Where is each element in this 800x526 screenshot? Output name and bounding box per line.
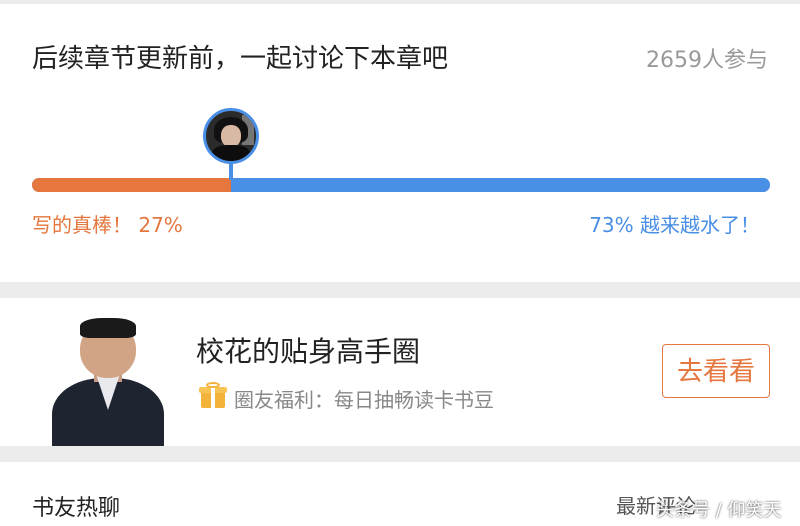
poll-title: 后续章节更新前，一起讨论下本章吧 (32, 44, 449, 74)
section-title: 书友热聊 (32, 496, 121, 521)
poll-bar-positive[interactable] (32, 178, 232, 192)
poll-option-positive[interactable]: 写的真棒！ 27% (32, 209, 183, 238)
poll-option-negative[interactable]: 73% 越来越水了！ (589, 209, 760, 238)
fan-circle-card[interactable]: 校花的贴身高手圈 圈友福利：每日抽畅读卡书豆 去看看 (0, 298, 800, 446)
watermark: 头条号 / 仰笑天 (656, 500, 782, 521)
poll-result-bar[interactable] (32, 178, 770, 192)
circle-benefit: 圈友福利：每日抽畅读卡书豆 (234, 388, 494, 412)
user-avatar-marker[interactable] (203, 108, 260, 164)
participant-count: 2659人参与 (646, 48, 768, 73)
author-avatar (52, 314, 164, 446)
circle-title[interactable]: 校花的贴身高手圈 (196, 330, 420, 370)
chapter-poll-card: 后续章节更新前，一起讨论下本章吧 2659人参与 写的真棒！ 27% 73% 越… (0, 4, 800, 282)
go-view-button[interactable]: 去看看 (662, 344, 770, 398)
gift-icon (199, 382, 227, 408)
reader-chat-section: 书友热聊 最新评论 头条号 / 仰笑天 (0, 462, 800, 526)
poll-bar-negative[interactable] (231, 178, 770, 192)
